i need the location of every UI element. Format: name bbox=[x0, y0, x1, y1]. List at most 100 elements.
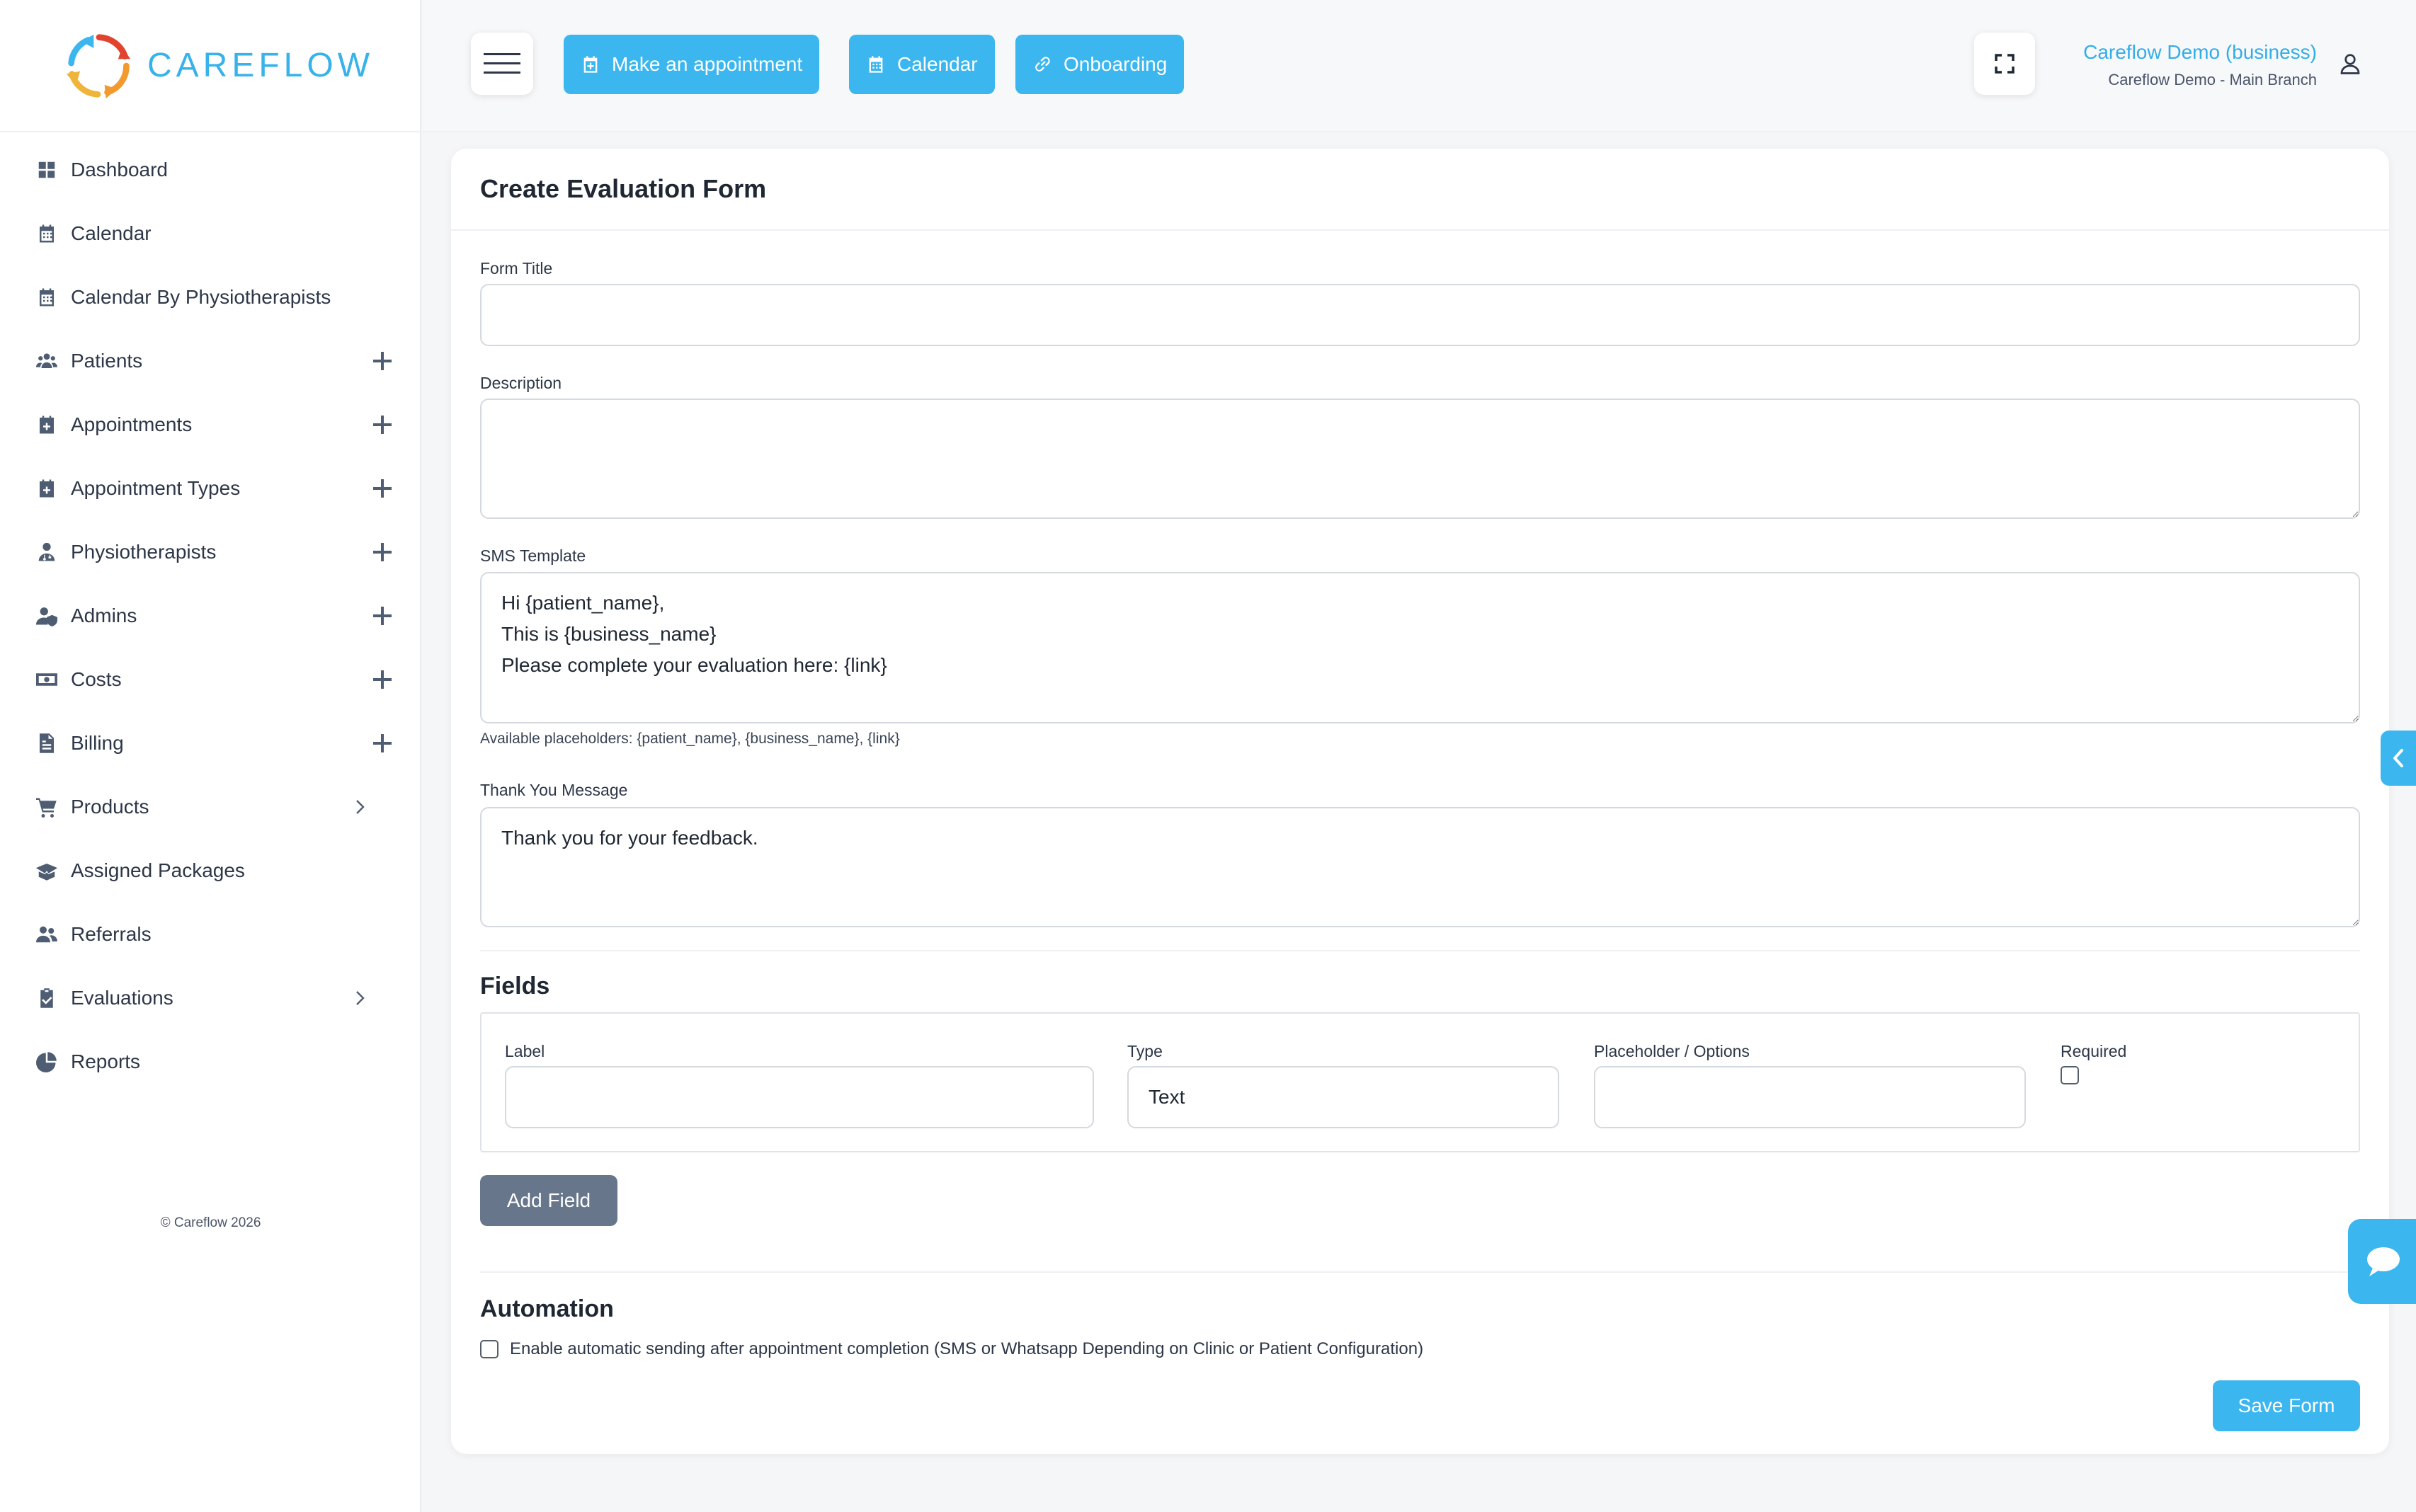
field-required-checkbox[interactable] bbox=[2061, 1066, 2079, 1084]
field-label-input[interactable] bbox=[505, 1066, 1094, 1128]
sidebar-item-assigned-packages[interactable]: Assigned Packages bbox=[0, 842, 421, 899]
chevron-left-icon bbox=[2393, 749, 2403, 767]
sidebar-item-billing[interactable]: Billing bbox=[0, 715, 421, 772]
sms-placeholders-hint: Available placeholders: {patient_name}, … bbox=[480, 731, 900, 747]
expand-button[interactable] bbox=[370, 476, 395, 501]
money-icon bbox=[35, 668, 58, 691]
sidebar-item-label: Calendar By Physiotherapists bbox=[71, 286, 331, 308]
sidebar-item-label: Physiotherapists bbox=[71, 541, 217, 563]
evaluation-form-card: Create Evaluation Form Form Title Descri… bbox=[451, 149, 2389, 1454]
sidebar-item-costs[interactable]: Costs bbox=[0, 651, 421, 708]
plus-icon bbox=[373, 352, 392, 370]
sidebar-item-label: Calendar bbox=[71, 222, 152, 244]
sidebar-item-label: Products bbox=[71, 796, 149, 818]
sidebar-item-reports[interactable]: Reports bbox=[0, 1033, 421, 1090]
add-field-button[interactable]: Add Field bbox=[480, 1175, 617, 1226]
user-info[interactable]: Careflow Demo (business) Careflow Demo -… bbox=[2083, 41, 2317, 89]
fullscreen-button[interactable] bbox=[1974, 33, 2035, 95]
expand-button[interactable] bbox=[370, 348, 395, 374]
sidebar-item-appointment-types[interactable]: Appointment Types bbox=[0, 460, 421, 517]
automation-label: Enable automatic sending after appointme… bbox=[510, 1339, 1424, 1358]
automation-checkbox[interactable] bbox=[480, 1340, 498, 1358]
field-type-value: Text bbox=[1149, 1086, 1185, 1108]
calendar-button[interactable]: Calendar bbox=[849, 35, 995, 94]
plus-icon bbox=[373, 670, 392, 689]
user-branch: Careflow Demo - Main Branch bbox=[2108, 71, 2317, 88]
user-icon[interactable] bbox=[2337, 51, 2363, 76]
make-appointment-label: Make an appointment bbox=[612, 53, 803, 75]
chat-button[interactable] bbox=[2348, 1219, 2416, 1304]
sidebar-item-label: Admins bbox=[71, 605, 137, 626]
sidebar-item-admins[interactable]: Admins bbox=[0, 588, 421, 644]
field-placeholder-header: Placeholder / Options bbox=[1594, 1042, 1750, 1060]
sms-template-textarea[interactable]: Hi {patient_name}, This is {business_nam… bbox=[480, 572, 2360, 723]
user-group-icon bbox=[35, 923, 58, 946]
plus-icon bbox=[373, 734, 392, 752]
brand-name: CAREFLOW bbox=[147, 47, 375, 84]
chevron-right-icon bbox=[356, 991, 365, 1005]
sidebar-item-label: Costs bbox=[71, 668, 122, 690]
calendar-plus-icon bbox=[35, 477, 58, 500]
link-icon bbox=[1035, 57, 1050, 71]
careflow-logo-icon bbox=[66, 33, 131, 98]
form-title-input[interactable] bbox=[480, 284, 2360, 346]
expand-button[interactable] bbox=[370, 603, 395, 629]
chevron-right-icon bbox=[356, 800, 365, 814]
make-appointment-button[interactable]: Make an appointment bbox=[564, 35, 820, 94]
plus-icon bbox=[373, 479, 392, 498]
sidebar-item-label: Appointments bbox=[71, 413, 193, 435]
calendar-plus-icon bbox=[583, 56, 598, 73]
calendar-icon bbox=[35, 286, 58, 309]
sidebar-item-label: Patients bbox=[71, 350, 143, 372]
expand-button[interactable] bbox=[370, 667, 395, 692]
sidebar-item-patients[interactable]: Patients bbox=[0, 333, 421, 389]
sidebar-item-calendar-by-physiotherapists[interactable]: Calendar By Physiotherapists bbox=[0, 269, 421, 326]
sidebar-item-calendar[interactable]: Calendar bbox=[0, 205, 421, 262]
sidebar-item-label: Evaluations bbox=[71, 987, 173, 1009]
sidebar-item-label: Dashboard bbox=[71, 159, 168, 181]
expand-button[interactable] bbox=[370, 731, 395, 756]
onboarding-button[interactable]: Onboarding bbox=[1015, 35, 1185, 94]
sidebar-item-label: Referrals bbox=[71, 923, 152, 945]
field-row: Label Type Text Placeholder / Options Re… bbox=[480, 1012, 2360, 1152]
plus-icon bbox=[373, 607, 392, 625]
field-type-select[interactable]: Text bbox=[1127, 1066, 1559, 1128]
fields-section-title: Fields bbox=[480, 973, 550, 1000]
save-form-button[interactable]: Save Form bbox=[2213, 1380, 2360, 1431]
thank-you-textarea[interactable]: Thank you for your feedback. bbox=[480, 807, 2360, 927]
sidebar-item-dashboard[interactable]: Dashboard bbox=[0, 142, 421, 198]
sidebar-item-physiotherapists[interactable]: Physiotherapists bbox=[0, 524, 421, 580]
calendar-icon bbox=[869, 56, 883, 73]
menu-toggle-button[interactable] bbox=[471, 33, 533, 95]
onboarding-label: Onboarding bbox=[1064, 53, 1168, 75]
sidebar-item-referrals[interactable]: Referrals bbox=[0, 906, 421, 963]
expand-button[interactable] bbox=[370, 412, 395, 437]
submenu-button[interactable] bbox=[350, 797, 370, 817]
user-name: Careflow Demo (business) bbox=[2083, 41, 2317, 63]
sidebar-item-evaluations[interactable]: Evaluations bbox=[0, 970, 421, 1026]
calendar-plus-icon bbox=[35, 413, 58, 436]
sidebar-item-label: Reports bbox=[71, 1050, 141, 1072]
description-label: Description bbox=[480, 374, 562, 392]
users-icon bbox=[35, 350, 58, 372]
divider bbox=[480, 950, 2360, 951]
card-header: Create Evaluation Form bbox=[451, 149, 2389, 231]
automation-section-title: Automation bbox=[480, 1295, 614, 1322]
side-panel-toggle[interactable] bbox=[2381, 731, 2416, 786]
thank-you-label: Thank You Message bbox=[480, 781, 628, 799]
description-textarea[interactable] bbox=[480, 399, 2360, 519]
chat-bubble-icon bbox=[2367, 1247, 2400, 1276]
grid-icon bbox=[35, 159, 58, 181]
sidebar-item-appointments[interactable]: Appointments bbox=[0, 396, 421, 453]
invoice-icon bbox=[35, 732, 58, 755]
pie-chart-icon bbox=[35, 1050, 58, 1073]
calendar-icon bbox=[35, 222, 58, 245]
expand-button[interactable] bbox=[370, 539, 395, 565]
submenu-button[interactable] bbox=[350, 988, 370, 1008]
sidebar-item-products[interactable]: Products bbox=[0, 779, 421, 835]
plus-icon bbox=[373, 543, 392, 561]
brand[interactable]: CAREFLOW bbox=[0, 0, 420, 132]
form-title-label: Form Title bbox=[480, 259, 553, 277]
sidebar-item-label: Appointment Types bbox=[71, 477, 241, 499]
field-placeholder-input[interactable] bbox=[1594, 1066, 2026, 1128]
